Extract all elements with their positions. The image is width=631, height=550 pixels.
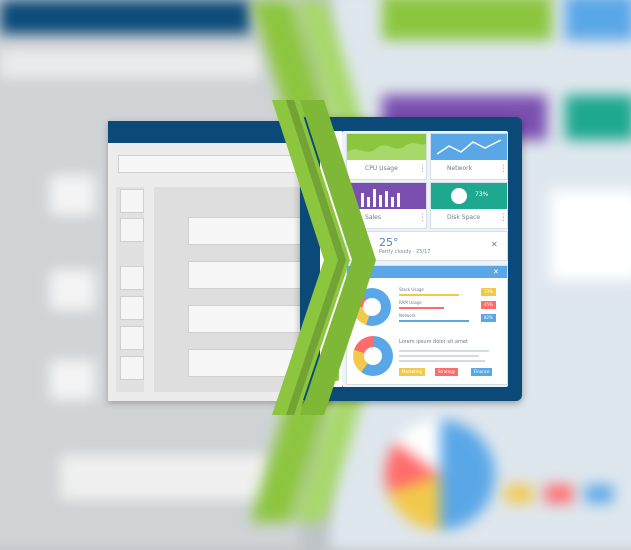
tile-cpu-menu-icon[interactable]: ⋮	[418, 164, 427, 174]
metrics-panel-title: Metrics	[353, 268, 372, 274]
old-ui-row-2	[188, 261, 310, 289]
cloud-sun-icon: ☁	[355, 238, 368, 253]
lorem-line-3	[399, 360, 485, 362]
metric-row-2-badge: 45%	[481, 301, 496, 309]
plus-icon[interactable]: +	[325, 367, 339, 381]
old-ui-window	[108, 121, 330, 401]
old-ui-sidebar-box-2	[120, 218, 144, 242]
old-ui-sidebar-box-3	[120, 266, 144, 290]
new-ui-window: ✖ + CPU Usage ⋮ Network ⋮ Sales ⋮ 73% Di…	[300, 117, 522, 401]
metric-row-2-bar	[399, 307, 444, 309]
metric-row-1-label: Stack Usage	[399, 287, 424, 292]
tile-sales-menu-icon[interactable]: ⋮	[418, 213, 427, 223]
chip-2[interactable]: Strategy	[435, 368, 459, 376]
tile-network[interactable]: Network ⋮	[430, 133, 508, 180]
metric-row-1-bar	[399, 294, 459, 296]
metric-row-1-badge: 73%	[481, 288, 496, 296]
weather-desc: Partly cloudy · 25/17	[379, 249, 431, 255]
weather-close-icon[interactable]: ✕	[491, 240, 501, 250]
tile-network-label: Network	[447, 165, 473, 172]
lorem-title: Lorem ipsum dolor sit amet	[399, 339, 468, 345]
old-ui-sidebar-box-6	[120, 356, 144, 380]
tile-disk-value: 73%	[475, 191, 489, 198]
old-ui-row-3	[188, 305, 310, 333]
tile-cpu[interactable]: CPU Usage ⋮	[346, 133, 427, 180]
new-ui-sidebar	[320, 131, 342, 387]
metrics-panel-close-icon[interactable]: ✕	[493, 268, 501, 276]
chip-1[interactable]: Marketing	[399, 368, 425, 376]
old-ui-row-4	[188, 349, 310, 377]
metric-row-3-label: Network	[399, 313, 416, 318]
tile-disk-menu-icon[interactable]: ⋮	[499, 213, 508, 223]
tile-cpu-wave	[347, 143, 426, 160]
tile-disk-label: Disk Space	[447, 214, 481, 221]
donut-chart-1-hole	[363, 298, 381, 316]
weather-temp: 25°	[379, 236, 399, 249]
donut-chart-2-hole	[364, 347, 382, 365]
weather-card[interactable]: ☁ 25° Partly cloudy · 25/17 ✕	[346, 231, 508, 261]
old-ui-header	[108, 121, 330, 143]
tile-network-line	[436, 139, 502, 155]
chip-3[interactable]: Finance	[471, 368, 493, 376]
metric-row-2-label: RAM Usage	[399, 300, 422, 305]
tile-disk-chart	[431, 183, 507, 209]
lorem-line-2	[399, 355, 479, 357]
metric-row-3-bar	[399, 320, 469, 322]
old-ui-sidebar-box-5	[120, 326, 144, 350]
metrics-panel: Metrics ✕ Stack Usage 73% RAM Usage 45% …	[346, 265, 508, 385]
tile-network-menu-icon[interactable]: ⋮	[499, 164, 508, 174]
old-ui-sidebar-box-1	[120, 189, 144, 213]
tile-sales-label: Sales	[365, 214, 381, 221]
old-ui-row-1	[188, 217, 310, 245]
metric-row-3-badge: 82%	[481, 314, 496, 322]
tile-sales-bars	[361, 189, 400, 207]
old-ui-sidebar-box-4	[120, 296, 144, 320]
tile-disk-dot	[451, 188, 467, 204]
tile-cpu-label: CPU Usage	[365, 165, 398, 172]
close-icon[interactable]: ✖	[324, 133, 338, 147]
old-ui-search-bar	[118, 155, 320, 173]
tile-disk[interactable]: 73% Disk Space ⋮	[430, 182, 508, 229]
tile-sales[interactable]: Sales ⋮	[346, 182, 427, 229]
lorem-line-1	[399, 350, 489, 352]
